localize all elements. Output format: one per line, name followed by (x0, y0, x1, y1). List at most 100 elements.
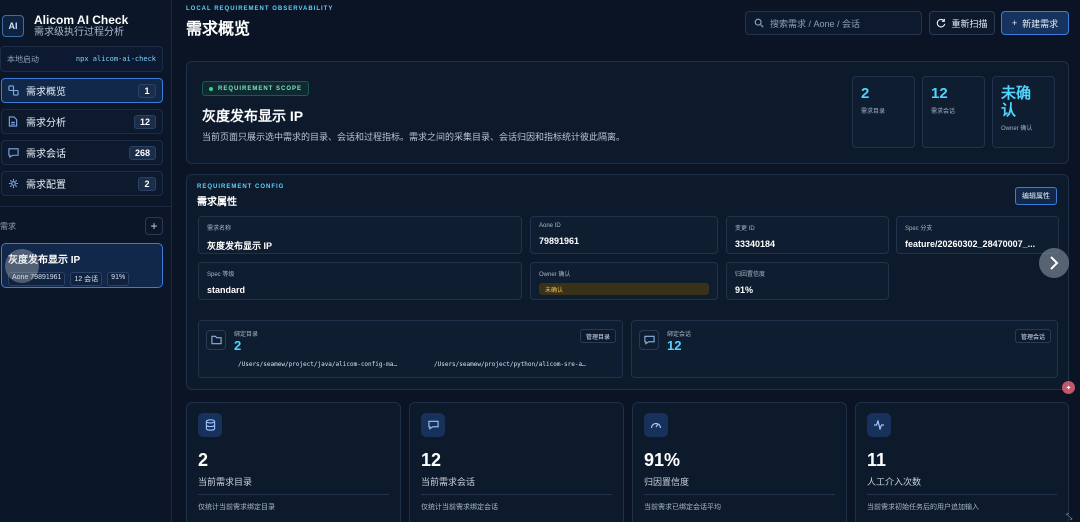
page-title: 需求概览 (186, 20, 251, 38)
field-spec-level: Spec 等级 standard (198, 262, 522, 300)
stat-value: 未确认 (1001, 85, 1032, 119)
next-arrow-button[interactable] (1039, 248, 1069, 278)
bound-sessions: 绑定会话 12 管理会话 (631, 320, 1058, 378)
directory-path: /Users/seamew/project/python/alicom-sre-… (434, 361, 586, 368)
metric-card-directories: 2 当前需求目录 仅统计当前需求绑定目录 (186, 402, 401, 522)
metric-description: 当前需求初始任务后的用户追加输入 (867, 504, 979, 511)
sidebar-item-count: 268 (128, 145, 156, 160)
metric-divider (198, 494, 389, 495)
sidebar-item-label: 需求配置 (26, 180, 66, 191)
metric-value: 11 (867, 450, 887, 470)
bound-directories: 绑定目录 2 管理目录 /Users/seamew/project/java/a… (198, 320, 623, 378)
link-icon (7, 85, 19, 97)
stat-label: 需求会话 (931, 109, 956, 115)
field-value: 79891961 (539, 236, 580, 246)
stat-value: 12 (931, 85, 948, 102)
field-value: feature/20260302_28470007_... (905, 239, 1036, 249)
manage-sessions-button[interactable]: 管理会话 (1014, 329, 1051, 343)
chat-icon (7, 147, 19, 159)
manage-directories-button[interactable]: 管理目录 (579, 329, 616, 343)
metric-label: 当前需求目录 (198, 477, 253, 487)
touch-indicator (5, 249, 39, 283)
add-requirement-button[interactable]: + (145, 217, 163, 235)
sidebar-item-count: 2 (138, 176, 156, 191)
sidebar-item-label: 需求会话 (26, 149, 66, 160)
sidebar-item-count: 1 (138, 83, 156, 98)
config-title: 需求属性 (197, 197, 237, 208)
rescan-button[interactable]: 重新扫描 (929, 11, 995, 35)
field-key: 需求名称 (207, 226, 232, 232)
edit-attributes-button[interactable]: 编辑属性 (1015, 187, 1057, 205)
metric-card-confidence: 91% 归因置信度 当前需求已绑定会话平均 (632, 402, 847, 522)
metric-card-sessions: 12 当前需求会话 仅统计当前需求绑定会话 (409, 402, 624, 522)
metric-value: 2 (198, 450, 209, 470)
stat-value: 2 (861, 85, 870, 102)
field-value: 33340184 (735, 239, 776, 249)
field-confidence: 归因置信度 91% (726, 262, 889, 300)
field-key: Aone ID (539, 223, 561, 229)
stat-owner: 未确认 Owner 确认 (992, 76, 1055, 148)
field-change-id: 变更 ID 33340184 (726, 216, 889, 254)
status-dot (209, 86, 213, 91)
metric-label: 人工介入次数 (867, 477, 922, 487)
scope-pill: REQUIREMENT SCOPE (202, 81, 310, 96)
search-input[interactable]: 搜索需求 / Aone / 会话 (745, 11, 922, 35)
new-requirement-button[interactable]: + 新建需求 (1001, 11, 1069, 35)
config-panel: REQUIREMENT CONFIG 需求属性 编辑属性 需求名称 灰度发布显示… (186, 174, 1069, 390)
refresh-icon (936, 18, 946, 28)
confidence-chip: 91% (107, 272, 130, 286)
stat-sessions: 12 需求会话 (922, 76, 985, 148)
field-name: 需求名称 灰度发布显示 IP (198, 216, 522, 254)
field-owner-confirm: Owner 确认 未确认 (530, 262, 718, 300)
search-icon (754, 18, 764, 28)
metric-value: 12 (421, 450, 442, 470)
bound-sessions-count: 12 (667, 338, 682, 353)
metric-divider (644, 494, 835, 495)
sidebar-item-label: 需求概览 (26, 87, 66, 98)
app-subtitle: 需求级执行过程分析 (34, 26, 124, 38)
sidebar-item-sessions[interactable]: 需求会话 268 (1, 140, 163, 165)
new-requirement-label: 新建需求 (1022, 18, 1059, 29)
app-title: Alicom AI Check (34, 12, 129, 27)
launch-label: 本地启动 (7, 54, 39, 64)
app-logo: AI (2, 15, 24, 37)
field-key: Spec 等级 (207, 272, 235, 278)
search-placeholder: 搜索需求 / Aone / 会话 (770, 18, 861, 29)
main-content: LOCAL REQUIREMENT OBSERVABILITY 需求概览 搜索需… (172, 0, 1080, 522)
sidebar-item-analysis[interactable]: 需求分析 12 (1, 109, 163, 134)
gear-icon (7, 178, 19, 190)
directory-path: /Users/seamew/project/java/alicom-config… (238, 361, 397, 368)
rescan-label: 重新扫描 (951, 18, 988, 29)
plus-icon: + (1011, 18, 1018, 28)
database-icon (198, 413, 222, 437)
launch-command-text: npx alicom-ai-check (75, 55, 156, 63)
requirements-header: 需求 + (0, 217, 163, 235)
scope-description: 当前页面只展示选中需求的目录、会话和过程指标。需求之间的采集目录、会话归因和指标… (202, 132, 626, 142)
field-key: Owner 确认 (539, 272, 571, 278)
page-eyebrow: LOCAL REQUIREMENT OBSERVABILITY (186, 5, 334, 12)
sidebar-item-config[interactable]: 需求配置 2 (1, 171, 163, 196)
metric-description: 仅统计当前需求绑定会话 (421, 504, 498, 511)
chat-icon (639, 330, 659, 350)
stat-label: Owner 确认 (1001, 126, 1033, 132)
metric-description: 当前需求已绑定会话平均 (644, 504, 721, 511)
expand-icon[interactable]: ⤡ (1066, 512, 1072, 522)
metric-label: 当前需求会话 (421, 477, 476, 487)
scope-pill-label: REQUIREMENT SCOPE (218, 85, 303, 92)
sidebar-nav: 需求概览 1 需求分析 12 需求会话 268 需求配置 2 (0, 78, 171, 196)
assistant-floating-icon[interactable]: ✦ (1062, 381, 1075, 394)
sidebar-item-overview[interactable]: 需求概览 1 (1, 78, 163, 103)
gauge-icon (644, 413, 668, 437)
field-aone-id: Aone ID 79891961 (530, 216, 718, 254)
sidebar-item-count: 12 (133, 114, 156, 129)
document-icon (7, 116, 19, 128)
field-key: Spec 分支 (905, 226, 933, 232)
pulse-icon (867, 413, 891, 437)
bound-directories-label: 绑定目录 (234, 332, 259, 338)
launch-command[interactable]: 本地启动 npx alicom-ai-check (0, 46, 163, 72)
stat-label: 需求目录 (861, 109, 886, 115)
topbar: LOCAL REQUIREMENT OBSERVABILITY 需求概览 搜索需… (172, 0, 1080, 44)
field-value: 灰度发布显示 IP (207, 241, 273, 251)
sidebar: AI Alicom AI Check 需求级执行过程分析 本地启动 npx al… (0, 0, 172, 522)
sidebar-divider (0, 206, 171, 207)
